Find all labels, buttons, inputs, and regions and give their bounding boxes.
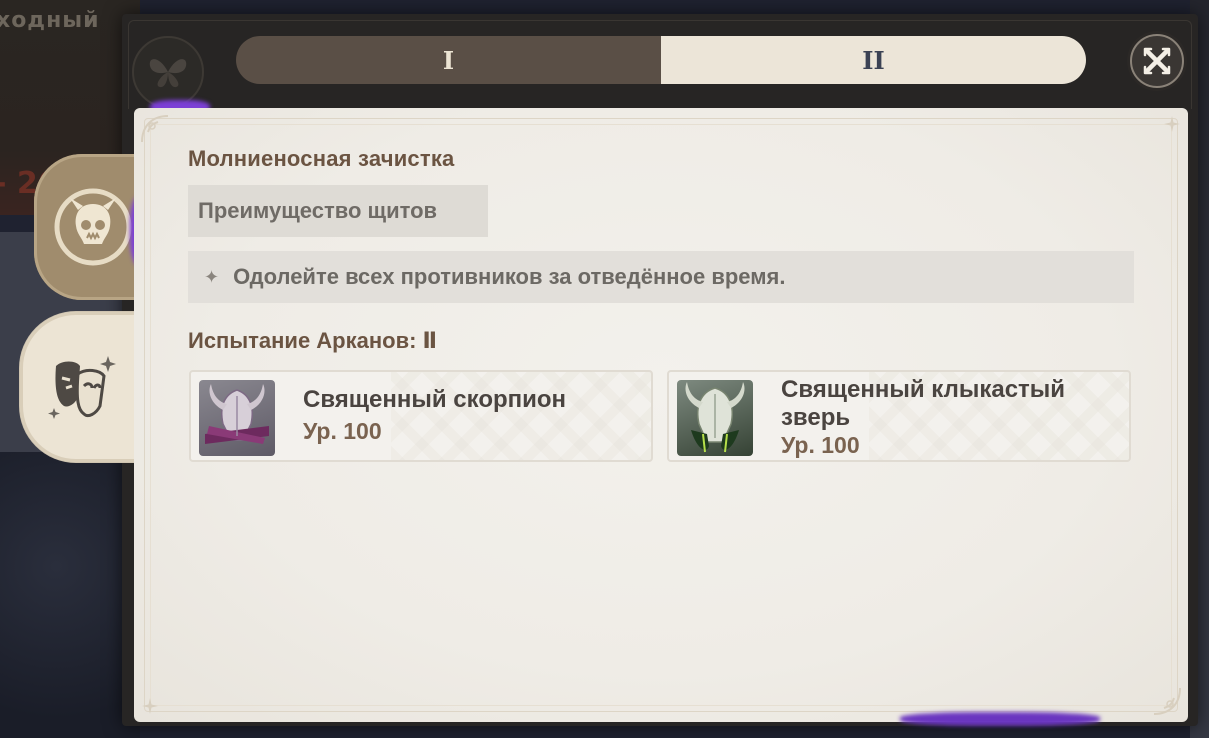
monster-skull-icon xyxy=(54,188,132,266)
masks-sparkle-icon xyxy=(48,356,116,419)
scorpion-mask-icon xyxy=(199,380,275,456)
sparkle-ornament-icon xyxy=(1164,116,1180,132)
side-tab-masks[interactable] xyxy=(20,312,142,462)
beast-mask-icon xyxy=(677,380,753,456)
tab-I[interactable]: I xyxy=(236,36,661,84)
close-button[interactable] xyxy=(1130,34,1184,88)
sparkle-bullet-icon: ✦ xyxy=(204,266,220,288)
butterfly-icon xyxy=(132,36,204,108)
tab-bar: I II xyxy=(236,36,1086,84)
corner-ornament-icon xyxy=(141,115,169,143)
background-bottom xyxy=(0,452,140,738)
corner-ornament-icon xyxy=(1153,687,1181,715)
sparkle-ornament-icon xyxy=(142,698,158,714)
objective-row: ✦ Одолейте всех противников за отведённо… xyxy=(188,251,1134,303)
purple-effect xyxy=(900,712,1100,726)
enemy-card[interactable]: Священный скорпион Ур. 100 xyxy=(189,370,653,462)
arcana-trial-label: Испытание Арканов: Ⅱ xyxy=(188,328,438,353)
close-icon xyxy=(1143,47,1171,75)
background-text: ходный xyxy=(0,8,100,33)
enemy-card[interactable]: Священный клыкастый зверь Ур. 100 xyxy=(667,370,1131,462)
enemy-name: Священный клыкастый зверь xyxy=(781,376,1066,431)
objective-text: Одолейте всех противников за отведённое … xyxy=(233,264,786,289)
tab-II[interactable]: II xyxy=(661,36,1086,84)
enemy-name: Священный скорпион xyxy=(303,386,567,413)
side-tab-monster[interactable] xyxy=(34,154,144,300)
shield-advantage-tag: Преимущество щитов xyxy=(188,185,488,237)
enemy-level: Ур. 100 xyxy=(303,418,382,444)
shield-advantage-label: Преимущество щитов xyxy=(198,198,438,223)
enemy-level: Ур. 100 xyxy=(781,432,860,458)
challenge-panel: Молниеносная зачистка Преимущество щитов… xyxy=(134,108,1188,722)
challenge-title: Молниеносная зачистка xyxy=(188,146,455,171)
